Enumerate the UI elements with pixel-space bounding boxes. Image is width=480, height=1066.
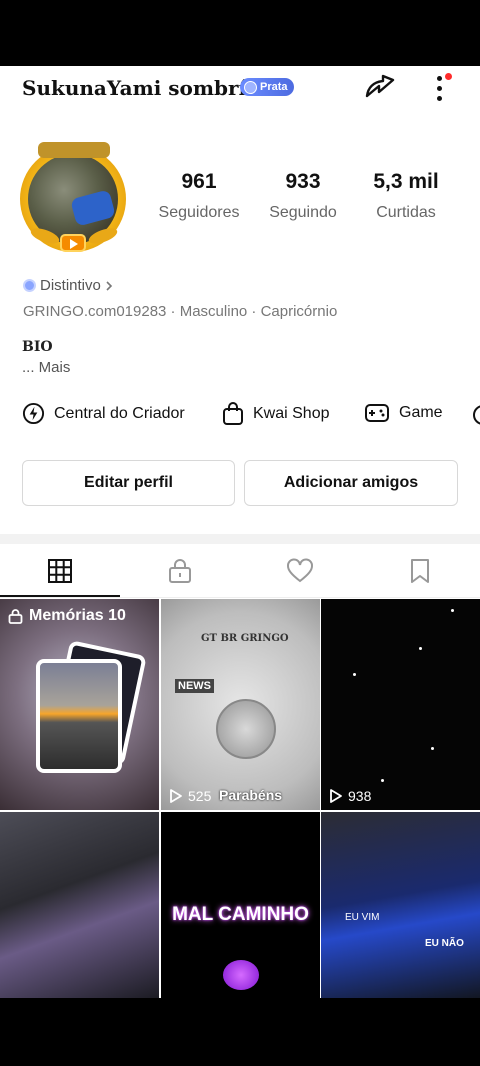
avatar-frame-banner bbox=[38, 142, 110, 158]
prata-badge[interactable]: Prata bbox=[240, 78, 294, 96]
post-overlay-text: EU NÃO bbox=[425, 938, 464, 949]
likes-stat[interactable]: 5,3 mil Curtidas bbox=[351, 170, 461, 222]
post-tile[interactable]: GT BR GRINGO NEWS Parabéns 525 bbox=[161, 599, 320, 810]
section-divider bbox=[0, 534, 480, 544]
post-tile[interactable]: 938 bbox=[321, 599, 480, 810]
stat-value: 961 bbox=[181, 170, 217, 193]
lock-icon bbox=[8, 609, 23, 624]
play-count: 525 bbox=[169, 788, 211, 804]
edit-profile-button[interactable]: Editar perfil bbox=[22, 460, 235, 506]
content-tabs bbox=[0, 544, 480, 598]
profile-username: SukunaYami sombrío bbox=[22, 76, 260, 100]
post-tile[interactable] bbox=[0, 812, 159, 998]
distintivo-icon bbox=[23, 279, 36, 292]
shortcut-label: Central do Criador bbox=[54, 404, 185, 422]
profile-meta: GRINGO.com019283 · Masculino · Capricórn… bbox=[23, 303, 338, 320]
post-overlay-text: EU VIM bbox=[345, 912, 380, 923]
post-badge-graphic bbox=[216, 699, 276, 759]
bag-icon bbox=[223, 402, 243, 425]
devil-emoji-icon bbox=[223, 960, 259, 990]
memories-label: Memórias 10 bbox=[8, 607, 126, 625]
play-count: 938 bbox=[329, 788, 371, 804]
bio-title: BIO bbox=[22, 339, 53, 355]
tab-posts[interactable] bbox=[0, 544, 120, 598]
shortcut-kwai-shop[interactable]: Kwai Shop bbox=[222, 402, 330, 426]
post-tile[interactable]: EU VIM EU NÃO bbox=[321, 812, 480, 998]
star bbox=[419, 647, 422, 650]
memories-tile[interactable]: Memórias 10 bbox=[0, 599, 159, 810]
navigation-bar-area bbox=[0, 998, 480, 1066]
followers-stat[interactable]: 961 Seguidores bbox=[144, 170, 254, 222]
play-icon bbox=[330, 789, 342, 803]
avatar[interactable] bbox=[18, 142, 130, 254]
lock-icon bbox=[169, 559, 191, 583]
star bbox=[353, 673, 356, 676]
bookmark-icon bbox=[411, 559, 429, 583]
tab-active-indicator bbox=[0, 595, 120, 597]
distintivo-link[interactable]: Distintivo bbox=[23, 277, 114, 294]
star bbox=[431, 747, 434, 750]
shortcuts-row: Central do Criador Kwai Shop Game bbox=[0, 396, 480, 432]
grid-icon bbox=[48, 559, 72, 583]
post-overlay-text: MAL CAMINHO bbox=[172, 904, 309, 925]
more-options-button[interactable] bbox=[428, 70, 452, 104]
post-news-tag: NEWS bbox=[175, 679, 214, 693]
live-play-icon bbox=[60, 234, 86, 252]
shortcut-creator-center[interactable]: Central do Criador bbox=[22, 402, 185, 425]
status-bar-area bbox=[0, 0, 480, 66]
more-icon bbox=[437, 76, 442, 81]
more-icon-dot bbox=[437, 86, 442, 91]
stat-label: Seguidores bbox=[158, 204, 240, 221]
notification-dot bbox=[445, 73, 452, 80]
chevron-right-icon bbox=[106, 280, 112, 291]
memory-card bbox=[36, 659, 122, 773]
badge-label: Prata bbox=[260, 81, 288, 93]
stat-label: Curtidas bbox=[376, 204, 436, 221]
memories-text: Memórias 10 bbox=[29, 607, 126, 624]
profile-screen: SukunaYami sombrío Prata 961 Seguidores … bbox=[0, 66, 480, 998]
play-icon bbox=[170, 789, 182, 803]
play-count-value: 938 bbox=[348, 788, 372, 804]
following-stat[interactable]: 933 Seguindo bbox=[248, 170, 358, 222]
share-button[interactable] bbox=[362, 70, 396, 104]
post-overlay-text: Parabéns bbox=[219, 787, 283, 803]
more-icon-dot bbox=[437, 96, 442, 101]
bio-more-link[interactable]: ... Mais bbox=[22, 359, 70, 376]
share-icon bbox=[365, 74, 395, 98]
tab-saved[interactable] bbox=[360, 544, 480, 598]
post-caption: GT BR GRINGO bbox=[201, 633, 289, 644]
gamepad-icon bbox=[365, 404, 389, 422]
stat-label: Seguindo bbox=[269, 204, 337, 221]
post-tile[interactable]: MAL CAMINHO bbox=[161, 812, 320, 998]
shortcut-game[interactable]: Game bbox=[364, 402, 443, 424]
add-friends-button[interactable]: Adicionar amigos bbox=[244, 460, 458, 506]
posts-grid: Memórias 10 GT BR GRINGO NEWS Parabéns 5… bbox=[0, 599, 480, 998]
avatar-detail bbox=[70, 189, 116, 227]
heart-icon bbox=[287, 558, 313, 583]
star bbox=[381, 779, 384, 782]
tab-liked[interactable] bbox=[240, 544, 360, 598]
play-count-value: 525 bbox=[188, 788, 212, 804]
shortcut-label: Kwai Shop bbox=[253, 405, 330, 422]
distintivo-label: Distintivo bbox=[40, 277, 101, 294]
bolt-icon bbox=[22, 402, 45, 425]
star bbox=[451, 609, 454, 612]
badge-icon bbox=[244, 80, 257, 94]
more-shortcut-icon[interactable] bbox=[472, 404, 480, 426]
stat-value: 933 bbox=[285, 170, 321, 193]
profile-header: SukunaYami sombrío Prata bbox=[0, 66, 480, 110]
tab-private[interactable] bbox=[120, 544, 240, 598]
stat-value: 5,3 mil bbox=[373, 170, 439, 193]
shortcut-label: Game bbox=[399, 404, 443, 421]
